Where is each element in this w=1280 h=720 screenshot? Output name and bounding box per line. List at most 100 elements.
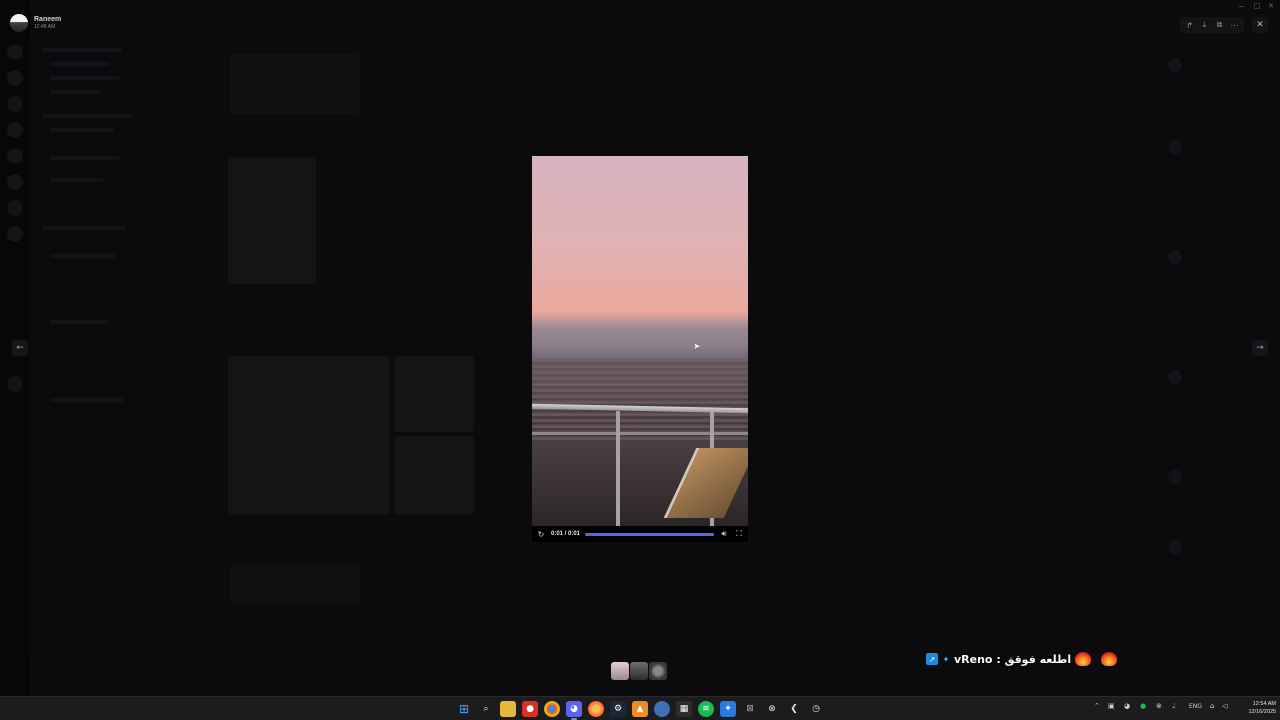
maximize-icon[interactable]: □ [1254,2,1261,10]
minimize-icon[interactable]: — [1238,2,1245,10]
download-icon[interactable]: ⤓ [1199,19,1211,31]
clock-date: 12/16/2025 [1248,709,1276,715]
channel-row [50,76,120,80]
clock-app-icon[interactable]: ◷ [808,701,824,717]
channel-row [50,128,114,132]
taskbar-clock[interactable]: 12:54 AM 12/16/2025 [1236,700,1276,716]
pin-icon: ↗ [926,653,938,665]
app-icon[interactable] [654,701,670,717]
avatar [10,14,28,32]
terminal-icon[interactable]: ▦ [676,701,692,717]
excel-icon[interactable]: ⊠ [742,701,758,717]
file-explorer-icon[interactable] [500,701,516,717]
back-icon[interactable]: ❮ [786,701,802,717]
chat-image [394,356,474,432]
viewer-toolbar: ↱ ⤓ ⧉ ⋯ [1180,17,1244,33]
server-icon [7,376,23,392]
member-avatar [1168,370,1182,384]
member-avatar [1168,470,1182,484]
xbox-tray-icon[interactable]: ⊗ [1156,702,1162,710]
microphone-icon[interactable]: ♩ [1172,702,1175,710]
fullscreen-icon[interactable]: ⛶ [734,529,744,539]
channel-row [50,62,110,66]
start-icon[interactable]: ⊞ [456,701,472,717]
channel-row [42,226,126,230]
thumbnail[interactable] [649,662,667,680]
server-icon [7,200,23,216]
uploader-name: Raneem [34,15,62,23]
upload-time: 12:48 AM [34,23,56,30]
thumbnail[interactable] [630,662,648,680]
uploader-info[interactable]: Raneem 12:48 AM [10,14,61,32]
member-avatar [1168,140,1182,154]
more-icon[interactable]: ⋯ [1229,19,1241,31]
language-indicator[interactable]: ENG [1189,703,1202,710]
chat-embed [230,54,360,114]
xbox-icon[interactable]: ⊗ [764,701,780,717]
railing-post [616,411,620,526]
speaker-icon[interactable]: ◁ [1222,702,1227,710]
chevron-up-icon[interactable]: ⌃ [1094,702,1100,710]
taskbar: ⊞ ⌕ ● ◕ ⚙ ▲ ▦ ≋ ✦ ⊠ ⊗ ❮ ◷ ⌃ ▣ ◕ ● ⊗ ♩ EN… [0,696,1280,720]
server-icon [7,226,23,242]
overlay-message: ↗ ✦ vReno : اطلعه فوقق [926,652,1118,666]
volume-icon[interactable]: 🔊︎ [719,529,729,539]
clock-time: 12:54 AM [1252,701,1276,707]
discord-tray-icon[interactable]: ◕ [1124,702,1130,710]
channel-list [30,40,190,660]
server-icon [7,70,23,86]
progress-bar[interactable] [585,532,714,536]
channel-row [50,320,108,324]
thumbnail[interactable] [611,662,629,680]
channel-row [50,90,100,94]
chat-embed [230,564,360,604]
search-icon[interactable]: ⌕ [478,701,494,717]
member-avatar [1168,58,1182,72]
channel-row [42,48,122,52]
server-icon [7,96,23,112]
forward-icon[interactable]: ↱ [1184,19,1196,31]
spotify-icon[interactable]: ≋ [698,701,714,717]
window-close-icon[interactable]: ✕ [1268,2,1274,10]
firefox-icon[interactable] [588,701,604,717]
close-icon[interactable]: ✕ [1252,17,1268,33]
network-icon[interactable]: ⌂ [1210,702,1214,710]
channel-row [50,398,124,402]
railing-lower [532,432,748,435]
vlc-icon[interactable]: ▲ [632,701,648,717]
app-icon-2[interactable]: ✦ [720,701,736,717]
cloud-band [532,312,748,360]
arrow-left-icon[interactable]: ← [12,340,28,356]
chat-image [394,436,474,514]
progress-fill [585,532,714,536]
channel-row [50,254,116,258]
sparkle-icon: ✦ [942,654,950,664]
chat-image [228,356,390,514]
arrow-right-icon[interactable]: → [1252,340,1268,356]
fire-icon [1075,652,1092,666]
recorder-icon[interactable]: ● [522,701,538,717]
chat-image [228,158,316,284]
steam-icon[interactable]: ⚙ [610,701,626,717]
chrome-icon[interactable] [544,701,560,717]
server-icon [7,148,23,164]
fire-icon [1101,652,1118,666]
server-icon [7,44,23,60]
channel-row [50,156,120,160]
media-thumbnails [611,662,667,680]
video-frame[interactable]: ➤ [532,156,748,526]
discord-icon[interactable]: ◕ [566,701,582,720]
spotify-tray-icon[interactable]: ● [1140,702,1146,710]
channel-row [42,114,132,118]
video-time: 0:01 / 0:01 [551,531,581,537]
video-controls: ↻ 0:01 / 0:01 🔊︎ ⛶ [532,526,748,542]
tray-app-icon[interactable]: ▣ [1108,702,1115,710]
member-avatar [1168,540,1182,554]
server-icon [7,122,23,138]
replay-icon[interactable]: ↻ [536,530,546,539]
open-external-icon[interactable]: ⧉ [1214,19,1226,31]
channel-row [50,178,104,182]
member-avatar [1168,250,1182,264]
mouse-cursor-icon: ➤ [693,342,701,352]
video-player[interactable]: ➤ ↻ 0:01 / 0:01 🔊︎ ⛶ [532,156,748,542]
